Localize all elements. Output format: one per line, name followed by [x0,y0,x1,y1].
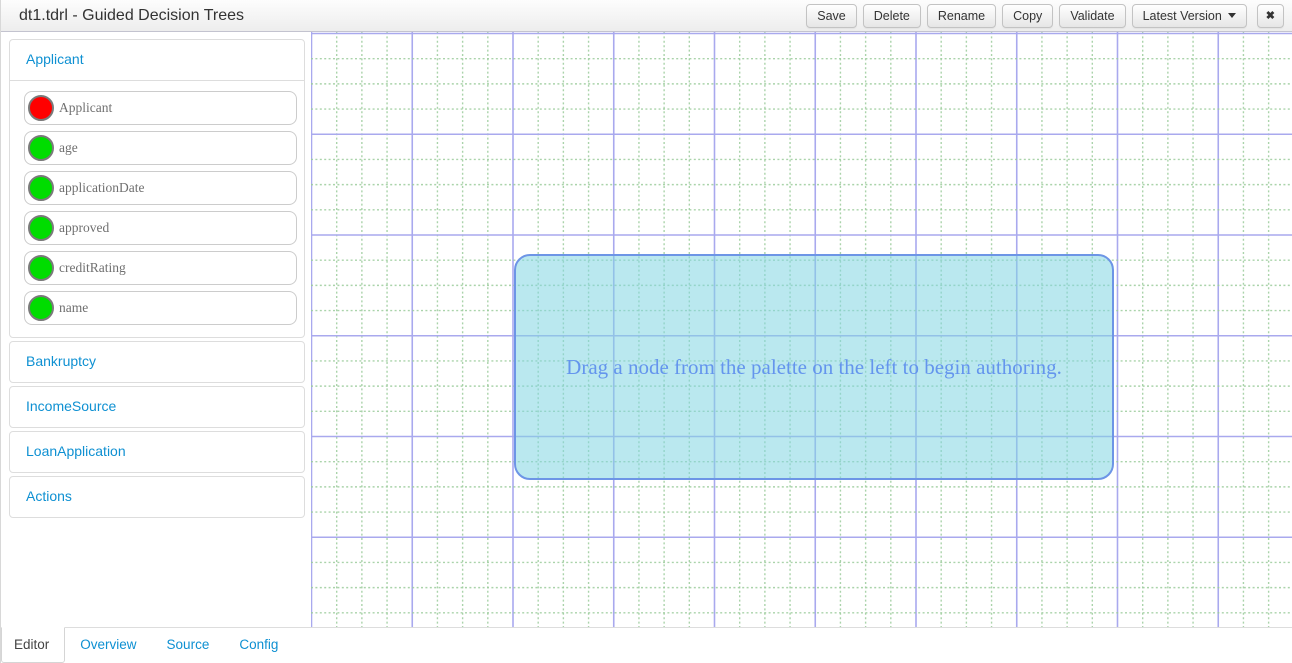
tab-config[interactable]: Config [224,628,293,663]
palette-item-age[interactable]: age [24,131,297,165]
editor-toolbar: Save Delete Rename Copy Validate Latest … [806,4,1284,28]
decision-tree-canvas[interactable]: Drag a node from the palette on the left… [311,32,1292,627]
field-node-icon [28,135,54,161]
editor-content: Applicant Applicant age applicationDate [1,32,1292,627]
palette-item-label: creditRating [59,260,126,276]
tab-overview[interactable]: Overview [65,628,151,663]
palette-item-label: age [59,140,78,156]
palette-item-label: applicationDate [59,180,144,196]
save-button[interactable]: Save [806,4,857,28]
validate-button[interactable]: Validate [1059,4,1125,28]
palette-section-header-loanapplication[interactable]: LoanApplication [10,432,304,472]
field-node-icon [28,215,54,241]
palette-item-label: name [59,300,88,316]
node-palette: Applicant Applicant age applicationDate [1,32,311,627]
palette-section-bankruptcy: Bankruptcy [9,341,305,383]
canvas-placeholder-node: Drag a node from the palette on the left… [514,254,1114,480]
editor-title-bar: dt1.tdrl - Guided Decision Trees Save De… [1,0,1292,32]
editor-tab-bar: Editor Overview Source Config [1,627,1292,663]
palette-item-applicationdate[interactable]: applicationDate [24,171,297,205]
rename-button[interactable]: Rename [927,4,996,28]
palette-section-actions: Actions [9,476,305,518]
palette-item-applicant[interactable]: Applicant [24,91,297,125]
page-title: dt1.tdrl - Guided Decision Trees [19,7,806,25]
palette-section-loanapplication: LoanApplication [9,431,305,473]
palette-item-name[interactable]: name [24,291,297,325]
palette-section-header-applicant[interactable]: Applicant [10,40,304,80]
palette-section-header-bankruptcy[interactable]: Bankruptcy [10,342,304,382]
palette-section-link-bankruptcy[interactable]: Bankruptcy [26,353,96,369]
type-node-icon [28,95,54,121]
caret-down-icon [1228,13,1236,18]
guided-decision-trees-editor: dt1.tdrl - Guided Decision Trees Save De… [0,0,1292,663]
palette-item-creditrating[interactable]: creditRating [24,251,297,285]
version-dropdown-label: Latest Version [1143,9,1222,23]
canvas-placeholder-message: Drag a node from the palette on the left… [566,355,1062,380]
palette-section-link-loanapplication[interactable]: LoanApplication [26,443,126,459]
palette-item-label: Applicant [59,100,112,116]
palette-section-applicant: Applicant Applicant age applicationDate [9,39,305,338]
palette-item-approved[interactable]: approved [24,211,297,245]
field-node-icon [28,255,54,281]
palette-section-link-applicant[interactable]: Applicant [26,51,84,67]
palette-section-header-incomesource[interactable]: IncomeSource [10,387,304,427]
copy-button[interactable]: Copy [1002,4,1053,28]
palette-section-body-applicant: Applicant age applicationDate approved [10,80,304,337]
palette-item-label: approved [59,220,109,236]
close-button[interactable]: ✖ [1257,4,1284,28]
palette-section-header-actions[interactable]: Actions [10,477,304,517]
palette-section-incomesource: IncomeSource [9,386,305,428]
palette-section-link-actions[interactable]: Actions [26,488,72,504]
close-icon: ✖ [1266,9,1275,23]
version-dropdown-button[interactable]: Latest Version [1132,4,1247,28]
tab-editor[interactable]: Editor [1,627,65,663]
field-node-icon [28,295,54,321]
field-node-icon [28,175,54,201]
delete-button[interactable]: Delete [863,4,921,28]
tab-source[interactable]: Source [152,628,225,663]
palette-section-link-incomesource[interactable]: IncomeSource [26,398,116,414]
